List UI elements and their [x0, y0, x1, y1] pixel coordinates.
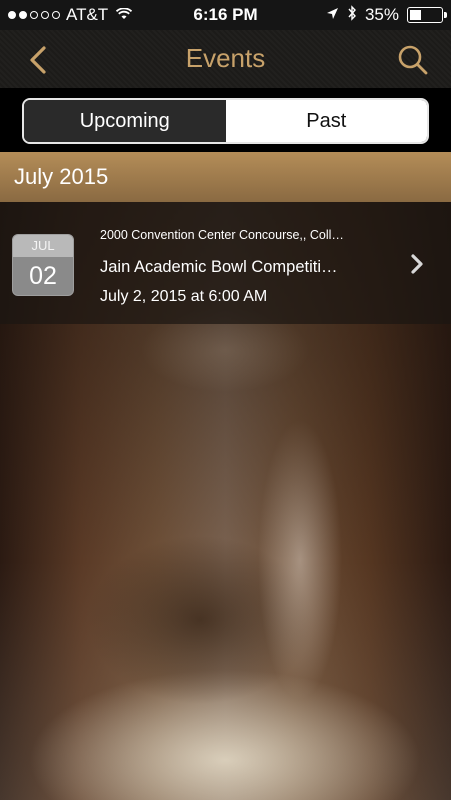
location-arrow-icon [326, 5, 339, 25]
date-day: 02 [29, 262, 57, 290]
search-icon [398, 45, 428, 75]
tab-upcoming[interactable]: Upcoming [24, 100, 226, 142]
tab-past[interactable]: Past [225, 100, 427, 142]
status-bar: AT&T 6:16 PM 35% [0, 0, 451, 30]
battery-icon [407, 7, 447, 23]
bluetooth-icon [347, 4, 357, 26]
signal-strength-icon [8, 11, 60, 19]
event-datetime: July 2, 2015 at 6:00 AM [100, 288, 268, 305]
date-month: JUL [13, 235, 73, 257]
chevron-right-icon [411, 254, 423, 274]
wifi-icon [116, 6, 133, 24]
search-button[interactable] [393, 40, 433, 80]
section-header: July 2015 [0, 152, 451, 202]
date-badge: JUL 02 [12, 234, 74, 296]
event-location: 2000 Convention Center Concourse,, Coll… [100, 228, 344, 242]
event-title: Jain Academic Bowl Competiti… [100, 258, 338, 276]
event-row[interactable]: JUL 02 2000 Convention Center Concourse,… [0, 202, 451, 324]
segment-bar: Upcoming Past [0, 88, 451, 152]
page-title: Events [185, 43, 266, 73]
battery-percent: 35% [364, 5, 399, 24]
segmented-control: Upcoming Past [22, 98, 429, 144]
navigation-bar: Events [0, 30, 451, 88]
carrier-label: AT&T [66, 5, 109, 24]
